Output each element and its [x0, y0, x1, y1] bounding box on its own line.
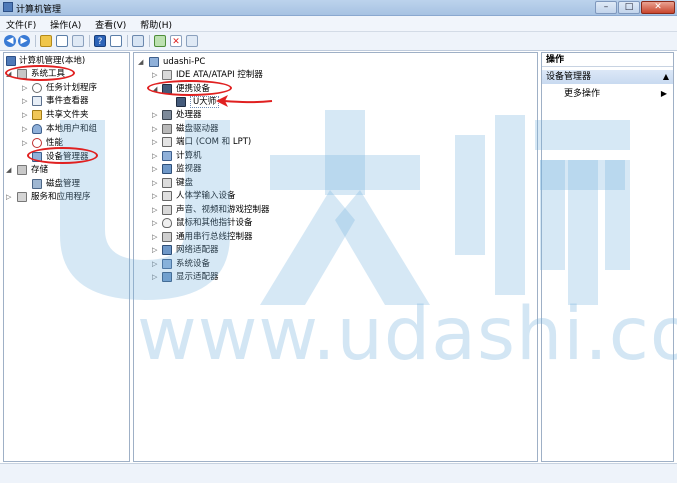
close-button[interactable]: ✕ — [641, 1, 675, 14]
up-folder-icon[interactable] — [40, 35, 52, 47]
status-bar — [0, 463, 677, 483]
device-pane: ◢ udashi-PC ▷ IDE ATA/ATAPI 控制器 ◢ 便携设备 U… — [133, 52, 538, 462]
expand-icon[interactable]: ▷ — [152, 258, 157, 270]
expand-icon[interactable]: ▷ — [152, 136, 157, 148]
disk-drive-icon — [162, 124, 172, 134]
expand-icon[interactable]: ▷ — [152, 231, 157, 243]
actions-pane: 操作 设备管理器 ▲ 更多操作 ▶ — [541, 52, 674, 462]
expand-icon[interactable]: ▷ — [152, 163, 157, 175]
menu-view[interactable]: 查看(V) — [89, 16, 131, 31]
hid-icon — [162, 191, 172, 201]
keyboard-icon — [162, 178, 172, 188]
expand-icon[interactable]: ▷ — [152, 190, 157, 202]
scan-hardware-icon[interactable] — [186, 35, 198, 47]
network-icon — [162, 245, 172, 255]
collapse-icon[interactable]: ◢ — [138, 56, 143, 68]
expand-icon[interactable]: ▷ — [152, 271, 157, 283]
refresh-icon[interactable] — [72, 35, 84, 47]
menu-action[interactable]: 操作(A) — [44, 16, 86, 31]
back-icon[interactable]: ◀ — [4, 35, 16, 47]
more-actions-label: 更多操作 — [564, 89, 601, 99]
computer-icon — [149, 57, 159, 67]
actions-header: 操作 — [542, 53, 673, 67]
computer-management-icon — [6, 56, 16, 66]
annotation-circle-device-manager — [27, 147, 98, 164]
expand-icon[interactable]: ▷ — [152, 217, 157, 229]
help-icon[interactable]: ? — [94, 35, 106, 47]
minimize-button[interactable]: – — [595, 1, 617, 14]
collapse-icon[interactable]: ◢ — [6, 164, 11, 176]
window-title: 计算机管理 — [16, 5, 62, 15]
event-viewer-icon — [32, 96, 42, 106]
ide-controller-icon — [162, 70, 172, 80]
monitor-icon — [162, 164, 172, 174]
processor-icon — [162, 110, 172, 120]
forward-icon[interactable]: ▶ — [18, 35, 30, 47]
annotation-circle-system-tools — [5, 65, 75, 81]
expand-icon[interactable]: ▷ — [6, 191, 11, 203]
disk-icon — [32, 179, 42, 189]
usb-icon — [162, 232, 172, 242]
port-icon — [162, 137, 172, 147]
actions-section-label: 设备管理器 — [546, 72, 592, 82]
expand-icon[interactable]: ▷ — [22, 95, 27, 107]
storage-icon — [17, 165, 27, 175]
actions-section-device-manager[interactable]: 设备管理器 ▲ — [542, 70, 673, 84]
submenu-arrow-icon: ▶ — [660, 89, 667, 98]
expand-icon[interactable]: ▷ — [152, 177, 157, 189]
toolbar: ◀ ▶ ? ✕ — [0, 32, 677, 51]
maximize-button[interactable]: □ — [618, 1, 640, 14]
expand-icon[interactable]: ▷ — [22, 123, 27, 135]
expand-icon[interactable]: ▷ — [22, 137, 27, 149]
sound-icon — [162, 205, 172, 215]
system-device-icon — [162, 259, 172, 269]
clock-icon — [32, 83, 42, 93]
more-actions-item[interactable]: 更多操作 ▶ — [564, 87, 673, 101]
properties-icon[interactable] — [132, 35, 144, 47]
show-tree-icon[interactable] — [56, 35, 68, 47]
portable-device-icon — [176, 97, 186, 107]
computer-icon — [162, 151, 172, 161]
display-adapter-icon — [162, 272, 172, 282]
update-driver-icon[interactable] — [154, 35, 166, 47]
expand-icon[interactable]: ▷ — [152, 123, 157, 135]
title-bar: 计算机管理 – □ ✕ — [0, 0, 677, 16]
navigation-pane: 计算机管理(本地) ◢ 系统工具 ▷ 任务计划程序 ▷ 事件查看器 ▷ 共享文件… — [3, 52, 130, 462]
show-pane-icon[interactable] — [110, 35, 122, 47]
menu-help[interactable]: 帮助(H) — [134, 16, 177, 31]
expand-icon[interactable]: ▷ — [152, 150, 157, 162]
uninstall-device-icon[interactable]: ✕ — [170, 35, 182, 47]
expand-icon[interactable]: ▷ — [152, 244, 157, 256]
menu-bar: 文件(F) 操作(A) 查看(V) 帮助(H) — [0, 16, 677, 32]
mouse-icon — [162, 218, 172, 228]
annotation-arrow-icon — [216, 95, 273, 107]
performance-icon — [32, 138, 42, 148]
users-icon — [32, 124, 42, 134]
expand-icon[interactable]: ▷ — [152, 109, 157, 121]
expand-icon[interactable]: ▷ — [22, 82, 27, 94]
expand-icon[interactable]: ▷ — [152, 204, 157, 216]
shared-folder-icon — [32, 110, 42, 120]
expand-icon[interactable]: ▷ — [152, 69, 157, 81]
services-icon — [17, 192, 27, 202]
window-controls: – □ ✕ — [594, 1, 675, 14]
collapse-up-icon[interactable]: ▲ — [663, 70, 669, 84]
expand-icon[interactable]: ▷ — [22, 109, 27, 121]
menu-file[interactable]: 文件(F) — [0, 16, 41, 31]
computer-management-icon — [3, 2, 13, 12]
